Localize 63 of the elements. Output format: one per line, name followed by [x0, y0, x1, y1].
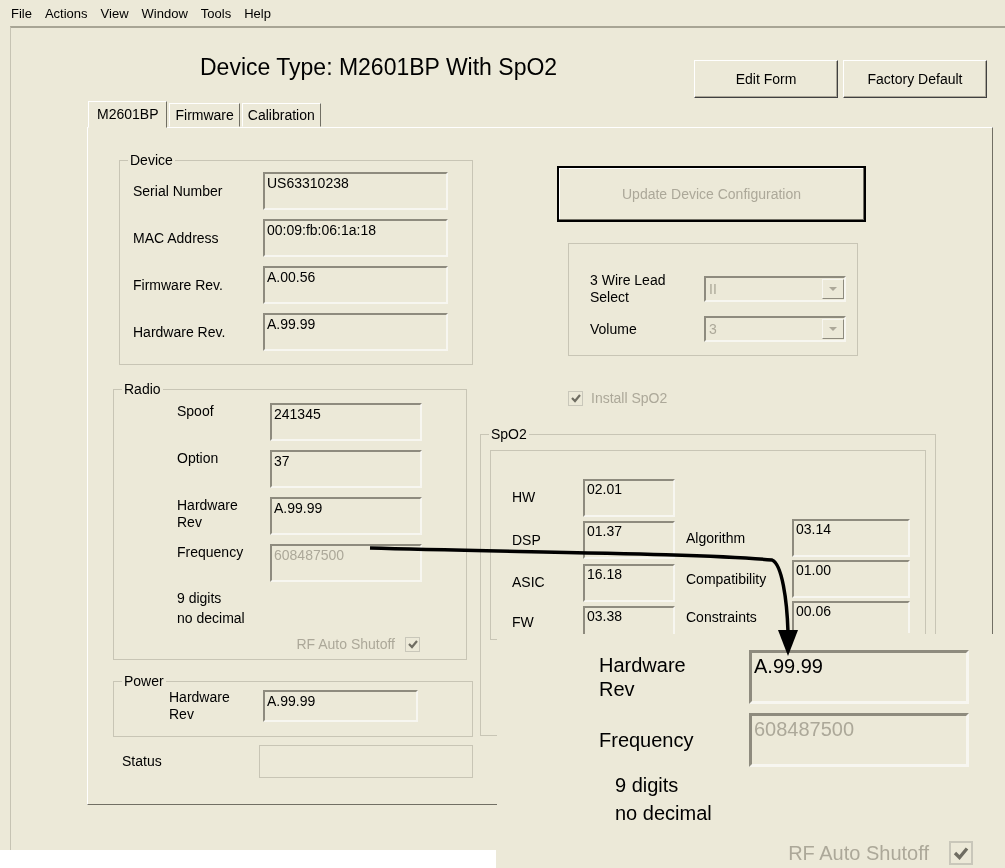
- menu-item[interactable]: File: [11, 5, 32, 21]
- menu-item[interactable]: Help: [244, 5, 271, 21]
- menu-item[interactable]: Actions: [44, 5, 88, 21]
- hint-text: 9 digits: [615, 773, 680, 798]
- text-field[interactable]: US63310238: [263, 172, 448, 210]
- field-label: Algorithm: [686, 529, 747, 547]
- tab[interactable]: Calibration: [241, 103, 321, 127]
- group-title: SpO2: [490, 426, 528, 442]
- text-field[interactable]: A.99.99: [270, 497, 422, 535]
- checkbox-label: RF Auto Shutoff: [788, 841, 929, 865]
- text-field[interactable]: 01.37: [583, 521, 675, 560]
- field-label: Hardware Rev.: [133, 323, 227, 341]
- field-label: Option: [177, 450, 220, 467]
- field-label: 3 Wire Lead Select: [590, 272, 667, 306]
- form-title: Device Type: M2601BP With SpO2: [200, 54, 559, 80]
- field-label: Serial Number: [133, 182, 224, 200]
- field-label: Constraints: [686, 608, 758, 626]
- text-field[interactable]: 01.00: [792, 560, 910, 598]
- field-label: Frequency: [599, 728, 695, 752]
- text-field[interactable]: 02.01: [583, 478, 675, 517]
- group-title: Radio: [123, 381, 162, 397]
- menu-item[interactable]: Tools: [200, 5, 232, 21]
- checkbox-label: Install SpO2: [591, 390, 668, 406]
- menu-item[interactable]: View: [100, 5, 129, 21]
- tab[interactable]: Firmware: [169, 103, 240, 127]
- text-field[interactable]: 00:09:fb:06:1a:18: [263, 219, 448, 257]
- text-field[interactable]: 241345: [270, 403, 422, 441]
- field-label: DSP: [512, 531, 542, 549]
- menu-item[interactable]: Window: [141, 5, 188, 21]
- field-label: Firmware Rev.: [133, 276, 224, 294]
- hint-text: no decimal: [177, 609, 246, 628]
- field-label: Spoof: [177, 403, 215, 420]
- field-label: Frequency: [177, 544, 245, 561]
- hint-text: 9 digits: [177, 589, 223, 608]
- checkmark-icon: [406, 638, 419, 650]
- text-field[interactable]: 16.18: [583, 563, 675, 602]
- field-label: ASIC: [512, 574, 546, 592]
- text-field[interactable]: A.99.99: [263, 313, 448, 351]
- form-button[interactable]: Edit Form: [694, 60, 838, 98]
- field-label: HW: [512, 489, 537, 507]
- field-label: Compatibility: [686, 570, 768, 588]
- field-label: Hardware Rev: [169, 689, 231, 723]
- field-label: Status: [122, 753, 163, 770]
- text-field[interactable]: 37: [270, 450, 422, 488]
- field-label: Hardware Rev: [177, 497, 239, 531]
- text-field[interactable]: 03.14: [792, 519, 910, 557]
- text-field[interactable]: A.00.56: [263, 266, 448, 304]
- hint-text: no decimal: [615, 801, 713, 826]
- group-title: Power: [123, 673, 165, 689]
- field-label: Hardware Rev: [599, 653, 687, 701]
- text-field[interactable]: A.99.99: [263, 690, 418, 722]
- field-label: Volume: [590, 320, 638, 338]
- group-title: Device: [129, 152, 174, 168]
- caret-icon: [822, 319, 844, 339]
- field-label: FW: [512, 613, 535, 631]
- text-field[interactable]: A.99.99: [749, 650, 969, 704]
- checkmark-icon: [569, 392, 582, 404]
- tab[interactable]: M2601BP: [88, 101, 168, 128]
- caret-icon: [822, 279, 844, 299]
- checkbox-label: RF Auto Shutoff: [296, 636, 395, 652]
- text-field[interactable]: 00.06: [792, 601, 910, 633]
- field-label: MAC Address: [133, 229, 220, 247]
- form-button[interactable]: Factory Default: [843, 60, 987, 98]
